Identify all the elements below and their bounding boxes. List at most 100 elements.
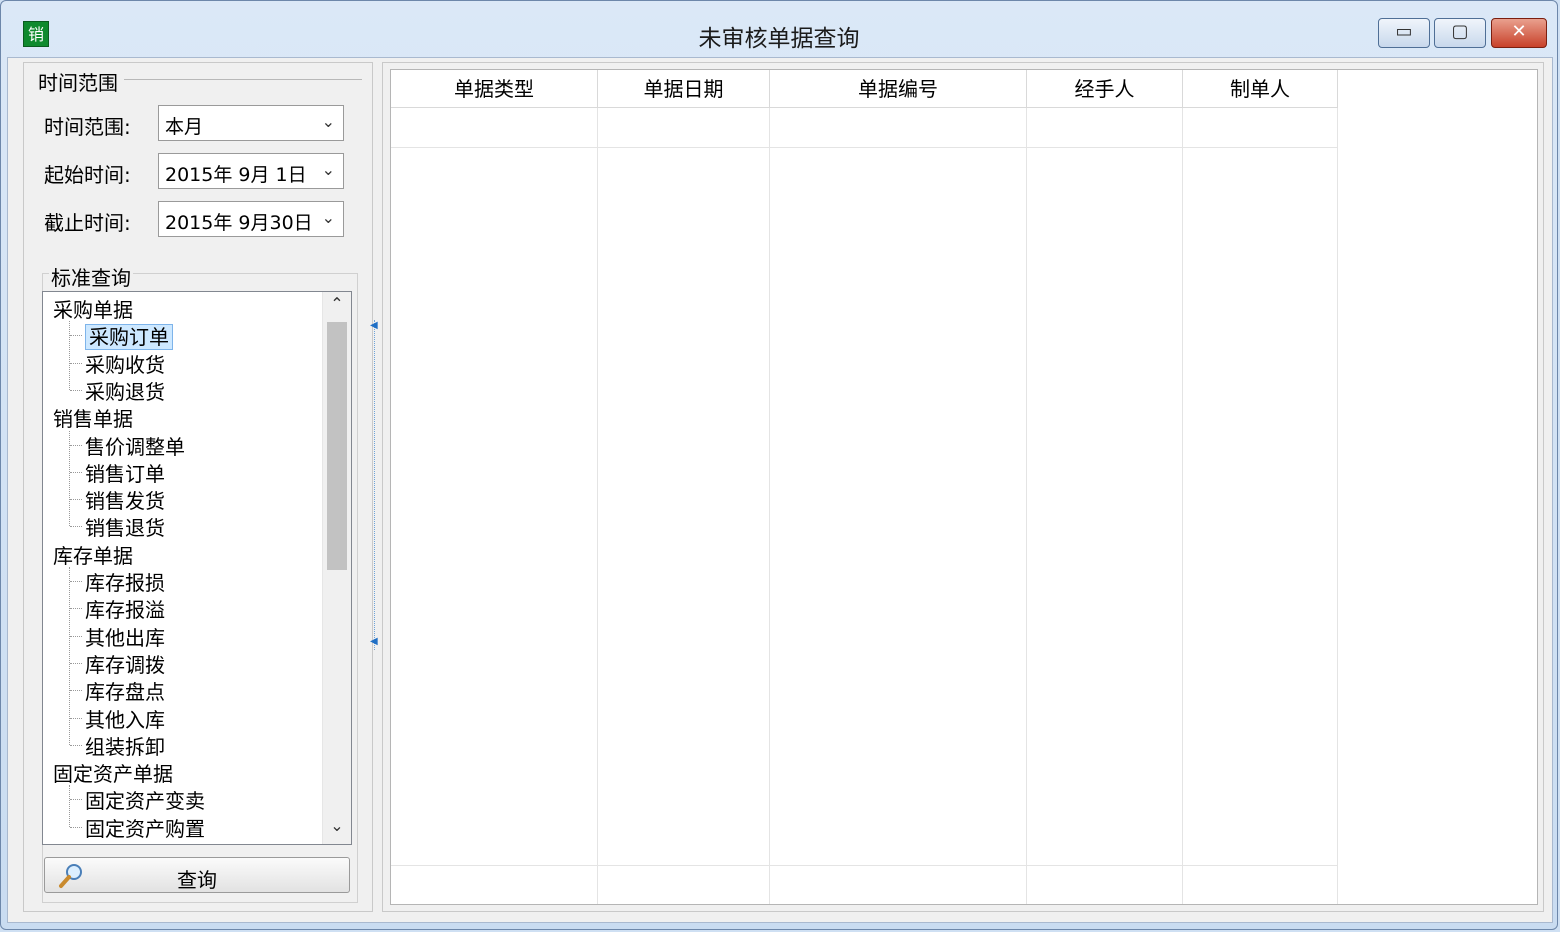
chevron-down-icon: ⌄ [321, 160, 335, 179]
tree-item-label: 其他入库 [85, 707, 165, 732]
close-icon: ✕ [1511, 21, 1527, 42]
tree-node-item[interactable]: 其他入库 [85, 704, 165, 733]
tree-item-label: 库存报损 [85, 571, 165, 595]
tree-connector [69, 785, 70, 827]
range-value: 本月 [165, 116, 204, 138]
client-area: 时间范围 时间范围: 本月 ⌄ 起始时间: 2015年 9月 1日 ⌄ 截止时间… [7, 57, 1553, 923]
tree-item-label: 其他出库 [85, 625, 165, 650]
tree-connector [70, 608, 82, 610]
panel-splitter[interactable]: ◀ ◀ [370, 320, 380, 650]
column-divider [597, 108, 598, 904]
column-divider [1182, 108, 1183, 904]
collapse-left-icon[interactable]: ◀ [370, 636, 378, 647]
tree-node-item[interactable]: 库存调拨 [85, 649, 165, 678]
scroll-down-icon[interactable]: ⌄ [323, 816, 351, 842]
chevron-down-icon: ⌄ [321, 208, 335, 227]
tree-node-item[interactable]: 库存盘点 [85, 676, 165, 705]
tree-node-item[interactable]: 库存报溢 [85, 594, 165, 623]
window: 销 未审核单据查询 ▭ ▢ ✕ 时间范围 时间范围: 本月 ⌄ 起始时间: 20… [0, 0, 1558, 930]
tree-node-item[interactable]: 采购收货 [85, 349, 165, 378]
start-date-value: 2015年 9月 1日 [165, 164, 307, 186]
tree-connector [69, 321, 70, 390]
time-range-group-line [124, 79, 362, 80]
window-title: 未审核单据查询 [698, 26, 860, 52]
tree-node-item[interactable]: 采购订单 [85, 321, 173, 351]
maximize-icon: ▢ [1451, 21, 1469, 42]
tree-connector [70, 635, 82, 637]
tree-connector [70, 662, 82, 664]
tree-node-label: 销售单据 [53, 407, 133, 432]
column-header[interactable]: 单据日期 [598, 70, 770, 108]
minimize-icon: ▭ [1395, 21, 1413, 42]
tree-item-label: 售价调整单 [85, 434, 185, 459]
column-header[interactable]: 单据类型 [391, 70, 598, 108]
scroll-up-icon[interactable]: ⌃ [323, 294, 351, 320]
chevron-down-icon: ⌄ [321, 112, 335, 131]
tree-item-label: 销售订单 [85, 461, 165, 486]
tree-scrollbar[interactable]: ⌃ ⌄ [322, 292, 351, 844]
tree-connector [70, 335, 82, 337]
tree-item-label: 采购订单 [85, 324, 173, 351]
tree-item-label: 库存报溢 [85, 598, 165, 623]
tree-node-label: 采购单据 [53, 298, 133, 322]
tree-connector [70, 444, 82, 446]
title-bar: 销 未审核单据查询 ▭ ▢ ✕ [1, 1, 1557, 57]
tree-item-label: 库存调拨 [85, 652, 165, 677]
minimize-button[interactable]: ▭ [1378, 18, 1430, 48]
range-select[interactable]: 本月 ⌄ [158, 105, 344, 141]
left-panel: 时间范围 时间范围: 本月 ⌄ 起始时间: 2015年 9月 1日 ⌄ 截止时间… [23, 62, 373, 912]
tree-item-label: 固定资产变卖 [85, 789, 205, 814]
right-panel: 单据类型 单据日期 单据编号 经手人 制单人 [382, 62, 1544, 912]
tree-node-item[interactable]: 销售发货 [85, 485, 165, 514]
standard-query-title: 标准查询 [49, 262, 133, 291]
column-header[interactable]: 制单人 [1183, 70, 1338, 108]
tree-node-label: 库存单据 [53, 543, 133, 568]
close-button[interactable]: ✕ [1491, 18, 1547, 48]
column-header[interactable]: 单据编号 [770, 70, 1027, 108]
query-button[interactable]: 查询 [44, 857, 350, 893]
end-time-label: 截止时间: [44, 211, 131, 235]
tree-node-item[interactable]: 组装拆卸 [85, 731, 165, 760]
tree-node-item[interactable]: 库存报损 [85, 567, 165, 596]
scroll-thumb[interactable] [327, 322, 347, 570]
tree-node-item[interactable]: 采购退货 [85, 376, 165, 405]
column-divider [1337, 108, 1338, 904]
tree-node-group[interactable]: 销售单据 [53, 403, 133, 432]
tree-connector [69, 567, 70, 745]
tree-connector [70, 717, 82, 719]
tree-item-label: 采购收货 [85, 352, 165, 377]
tree-item-label: 组装拆卸 [85, 734, 165, 759]
tree-item-label: 销售发货 [85, 489, 165, 514]
tree-node-item[interactable]: 销售退货 [85, 512, 165, 541]
start-date-picker[interactable]: 2015年 9月 1日 ⌄ [158, 153, 344, 189]
tree-node-item[interactable]: 固定资产购置 [85, 813, 205, 842]
end-date-value: 2015年 9月30日 [165, 212, 313, 234]
tree-connector [70, 581, 82, 582]
tree-node-item[interactable]: 其他出库 [85, 622, 165, 651]
tree-node-group[interactable]: 库存单据 [53, 540, 133, 569]
tree-node-label: 固定资产单据 [53, 762, 173, 787]
column-header[interactable]: 经手人 [1027, 70, 1183, 108]
tree-connector [70, 362, 82, 364]
tree-node-group[interactable]: 采购单据 [53, 294, 133, 323]
tree-connector [70, 526, 82, 528]
document-type-tree[interactable]: ⌃ ⌄ 采购单据 采购订单 采购收货 采购退货销售单据 售价调整单 销售订单销售发货 销售退… [42, 291, 352, 845]
tree-connector [70, 826, 82, 828]
tree-node-item[interactable]: 固定资产变卖 [85, 785, 205, 814]
tree-node-item[interactable]: 销售订单 [85, 458, 165, 487]
end-date-picker[interactable]: 2015年 9月30日 ⌄ [158, 201, 344, 237]
tree-connector [70, 744, 82, 746]
tree-item-label: 采购退货 [85, 379, 165, 404]
tree-connector [70, 471, 82, 473]
tree-node-group[interactable]: 固定资产单据 [53, 758, 173, 787]
tree-node-item[interactable]: 售价调整单 [85, 431, 185, 460]
collapse-left-icon[interactable]: ◀ [370, 320, 378, 331]
tree-item-label: 销售退货 [85, 516, 165, 541]
documents-grid[interactable]: 单据类型 单据日期 单据编号 经手人 制单人 [390, 69, 1538, 905]
tree-connector [70, 799, 82, 801]
row-divider [391, 904, 1338, 905]
maximize-button[interactable]: ▢ [1434, 18, 1486, 48]
splitter-grip [374, 320, 375, 650]
row-divider [391, 865, 1338, 866]
row-divider [391, 147, 1338, 148]
